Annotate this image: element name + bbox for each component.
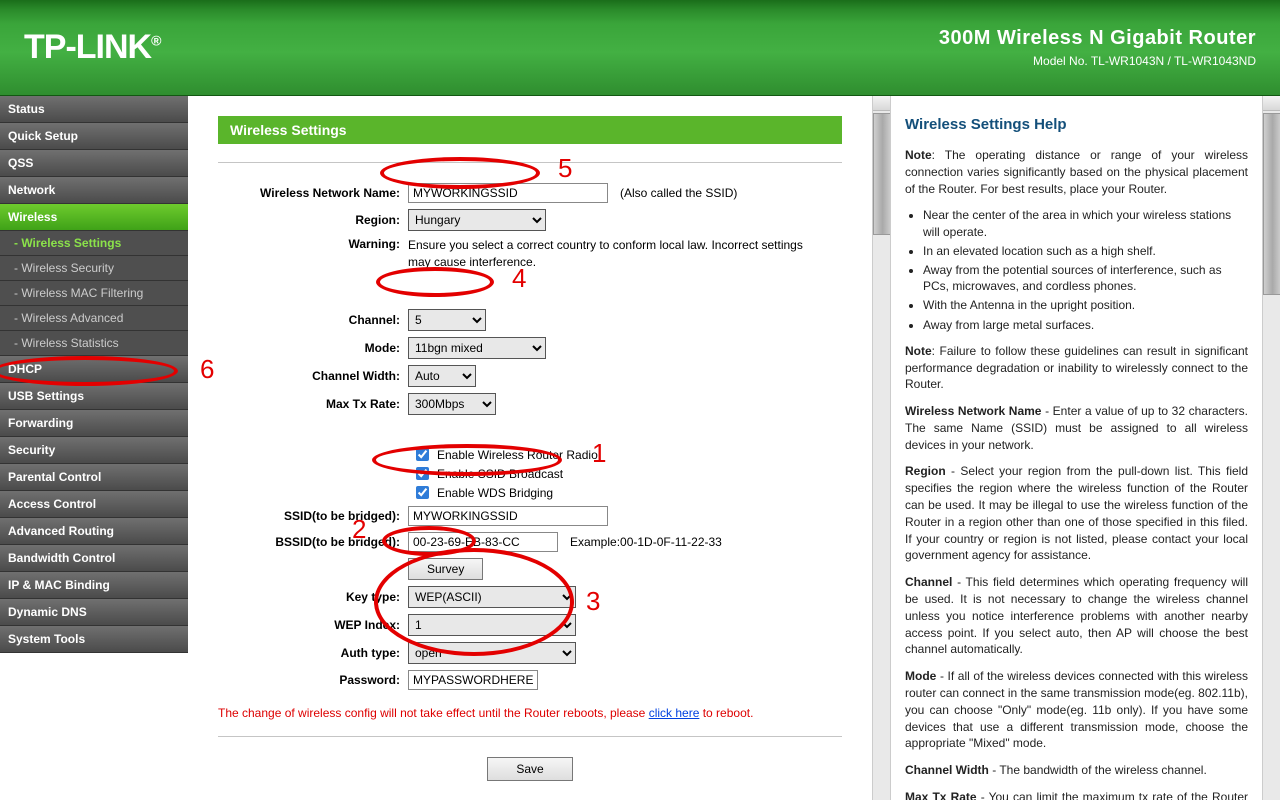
- help-note1-text: : The operating distance or range of you…: [905, 148, 1248, 196]
- input-ssid[interactable]: [408, 183, 608, 203]
- nav-wireless-security[interactable]: - Wireless Security: [0, 256, 188, 281]
- help-channel-label: Channel: [905, 575, 952, 589]
- input-password[interactable]: [408, 670, 538, 690]
- label-region: Region:: [218, 213, 408, 227]
- select-key-type[interactable]: WEP(ASCII): [408, 586, 576, 608]
- nav-wireless-statistics[interactable]: - Wireless Statistics: [0, 331, 188, 356]
- nav-system-tools[interactable]: System Tools: [0, 626, 188, 653]
- help-title: Wireless Settings Help: [905, 116, 1248, 133]
- nav-ip-mac-binding[interactable]: IP & MAC Binding: [0, 572, 188, 599]
- annotation-number-5: 5: [558, 153, 572, 184]
- nav-access-control[interactable]: Access Control: [0, 491, 188, 518]
- label-auth-type: Auth type:: [218, 646, 408, 660]
- input-bssid-bridged[interactable]: [408, 532, 558, 552]
- help-cwidth-label: Channel Width: [905, 763, 989, 777]
- nav-wireless-mac[interactable]: - Wireless MAC Filtering: [0, 281, 188, 306]
- help-channel-text: - This field determines which operating …: [905, 575, 1248, 656]
- label-mode: Mode:: [218, 341, 408, 355]
- help-region-text: - Select your region from the pull-down …: [905, 464, 1248, 562]
- reboot-note-pre: The change of wireless config will not t…: [218, 706, 649, 720]
- nav-quick-setup[interactable]: Quick Setup: [0, 123, 188, 150]
- sidebar: Status Quick Setup QSS Network Wireless …: [0, 96, 188, 800]
- select-max-tx-rate[interactable]: 300Mbps: [408, 393, 496, 415]
- hint-ssid: (Also called the SSID): [620, 186, 737, 200]
- label-key-type: Key type:: [218, 590, 408, 604]
- nav-dhcp[interactable]: DHCP: [0, 356, 188, 383]
- nav-parental-control[interactable]: Parental Control: [0, 464, 188, 491]
- select-auth-type[interactable]: open: [408, 642, 576, 664]
- help-li-5: Away from large metal surfaces.: [923, 317, 1248, 333]
- nav-security[interactable]: Security: [0, 437, 188, 464]
- help-wname-label: Wireless Network Name: [905, 404, 1041, 418]
- label-bssid-bridged: BSSID(to be bridged):: [218, 535, 408, 549]
- help-note1-label: Note: [905, 148, 932, 162]
- checkbox-enable-radio[interactable]: [416, 448, 429, 461]
- main-scrollbar[interactable]: [872, 96, 890, 800]
- brand-text: TP-LINK: [24, 28, 151, 66]
- save-button[interactable]: Save: [487, 757, 572, 781]
- label-wep-index: WEP Index:: [218, 618, 408, 632]
- label-ssid: Wireless Network Name:: [218, 186, 408, 200]
- help-note2-label: Note: [905, 344, 932, 358]
- header-banner: TP-LINK® 300M Wireless N Gigabit Router …: [0, 0, 1280, 96]
- main-panel: Wireless Settings Wireless Network Name:…: [188, 96, 872, 800]
- select-channel-width[interactable]: Auto: [408, 365, 476, 387]
- help-scrollbar[interactable]: [1262, 96, 1280, 800]
- help-mode-label: Mode: [905, 669, 936, 683]
- label-enable-wds: Enable WDS Bridging: [437, 486, 553, 500]
- nav-bandwidth-control[interactable]: Bandwidth Control: [0, 545, 188, 572]
- help-note2-text: : Failure to follow these guidelines can…: [905, 344, 1248, 392]
- select-channel[interactable]: 5: [408, 309, 486, 331]
- help-li-4: With the Antenna in the upright position…: [923, 297, 1248, 313]
- warning-text: Ensure you select a correct country to c…: [408, 237, 828, 271]
- reboot-note: The change of wireless config will not t…: [218, 706, 842, 720]
- product-name: 300M Wireless N Gigabit Router: [939, 27, 1256, 50]
- brand-logo: TP-LINK®: [24, 28, 160, 67]
- help-li-1: Near the center of the area in which you…: [923, 207, 1248, 239]
- label-channel-width: Channel Width:: [218, 369, 408, 383]
- label-enable-radio: Enable Wireless Router Radio: [437, 448, 598, 462]
- nav-wireless-settings[interactable]: - Wireless Settings: [0, 231, 188, 256]
- nav-advanced-routing[interactable]: Advanced Routing: [0, 518, 188, 545]
- help-panel: Wireless Settings Help Note: The operati…: [890, 96, 1262, 800]
- label-password: Password:: [218, 673, 408, 687]
- label-ssid-bridged: SSID(to be bridged):: [218, 509, 408, 523]
- label-enable-broadcast: Enable SSID Broadcast: [437, 467, 563, 481]
- reboot-link[interactable]: click here: [649, 706, 700, 720]
- hint-bssid-example: Example:00-1D-0F-11-22-33: [570, 535, 722, 549]
- help-li-3: Away from the potential sources of inter…: [923, 262, 1248, 294]
- help-cwidth-text: - The bandwidth of the wireless channel.: [989, 763, 1207, 777]
- select-wep-index[interactable]: 1: [408, 614, 576, 636]
- banner-right: 300M Wireless N Gigabit Router Model No.…: [939, 27, 1256, 68]
- nav-usb-settings[interactable]: USB Settings: [0, 383, 188, 410]
- nav-wireless[interactable]: Wireless: [0, 204, 188, 231]
- label-channel: Channel:: [218, 313, 408, 327]
- panel-title: Wireless Settings: [218, 116, 842, 144]
- input-ssid-bridged[interactable]: [408, 506, 608, 526]
- help-region-label: Region: [905, 464, 946, 478]
- help-mode-text: - If all of the wireless devices connect…: [905, 669, 1248, 750]
- survey-button[interactable]: Survey: [408, 558, 483, 580]
- help-placement-list: Near the center of the area in which you…: [923, 207, 1248, 332]
- nav-forwarding[interactable]: Forwarding: [0, 410, 188, 437]
- nav-network[interactable]: Network: [0, 177, 188, 204]
- select-region[interactable]: Hungary: [408, 209, 546, 231]
- model-number: Model No. TL-WR1043N / TL-WR1043ND: [939, 54, 1256, 68]
- help-maxtx-label: Max Tx Rate: [905, 790, 977, 800]
- checkbox-enable-broadcast[interactable]: [416, 467, 429, 480]
- help-li-2: In an elevated location such as a high s…: [923, 243, 1248, 259]
- nav-wireless-advanced[interactable]: - Wireless Advanced: [0, 306, 188, 331]
- label-max-tx-rate: Max Tx Rate:: [218, 397, 408, 411]
- nav-dynamic-dns[interactable]: Dynamic DNS: [0, 599, 188, 626]
- label-warning: Warning:: [218, 237, 408, 251]
- nav-qss[interactable]: QSS: [0, 150, 188, 177]
- reboot-note-post: to reboot.: [699, 706, 753, 720]
- select-mode[interactable]: 11bgn mixed: [408, 337, 546, 359]
- nav-status[interactable]: Status: [0, 96, 188, 123]
- checkbox-enable-wds[interactable]: [416, 486, 429, 499]
